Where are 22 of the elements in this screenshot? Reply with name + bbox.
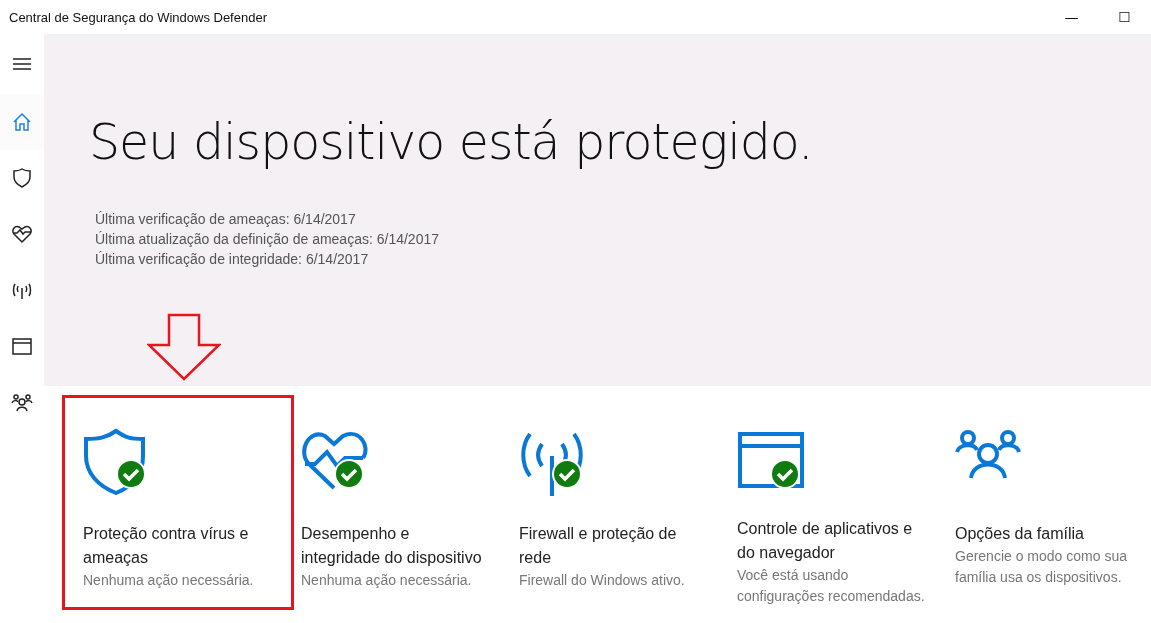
tile-status: Você está usando configurações recomendadas. [737, 566, 926, 606]
tile-title[interactable]: Controle de aplicativos e do navegador [737, 517, 929, 565]
tile-title[interactable]: Proteção contra vírus e ameaças [83, 522, 275, 570]
minimize-button[interactable]: — [1045, 0, 1098, 34]
family-icon [11, 391, 33, 413]
tile-title[interactable]: Firewall e proteção de rede [519, 522, 711, 570]
scan-date-text: Última verificação de ameaças: 6/14/2017 [95, 211, 357, 227]
shield-icon [11, 167, 33, 189]
browser-window-icon [11, 335, 33, 357]
tile-status: Gerencie o modo como sua família usa os dispositivos. [955, 547, 1128, 587]
tile-status: Nenhuma ação necessária. [301, 571, 473, 590]
scan-date-text: Última atualização da definição de ameaças: 6/14/2017 [95, 231, 440, 247]
maximize-button[interactable]: ☐ [1098, 0, 1151, 34]
tile-title[interactable]: Desempenho e integridade do dispositivo [301, 522, 493, 570]
scan-date-text: Última verificação de integridade: 6/14/2017 [95, 251, 370, 267]
tile-status: Firewall do Windows ativo. [519, 571, 686, 590]
tile-title[interactable]: Opções da família [955, 522, 1147, 546]
home-icon [11, 111, 33, 133]
tile-status: Nenhuma ação necessária. [83, 571, 255, 590]
status-heading: Seu dispositivo está protegido. [89, 114, 813, 171]
heart-icon [11, 223, 33, 245]
window-title: Central de Segurança do Windows Defender [9, 9, 268, 25]
